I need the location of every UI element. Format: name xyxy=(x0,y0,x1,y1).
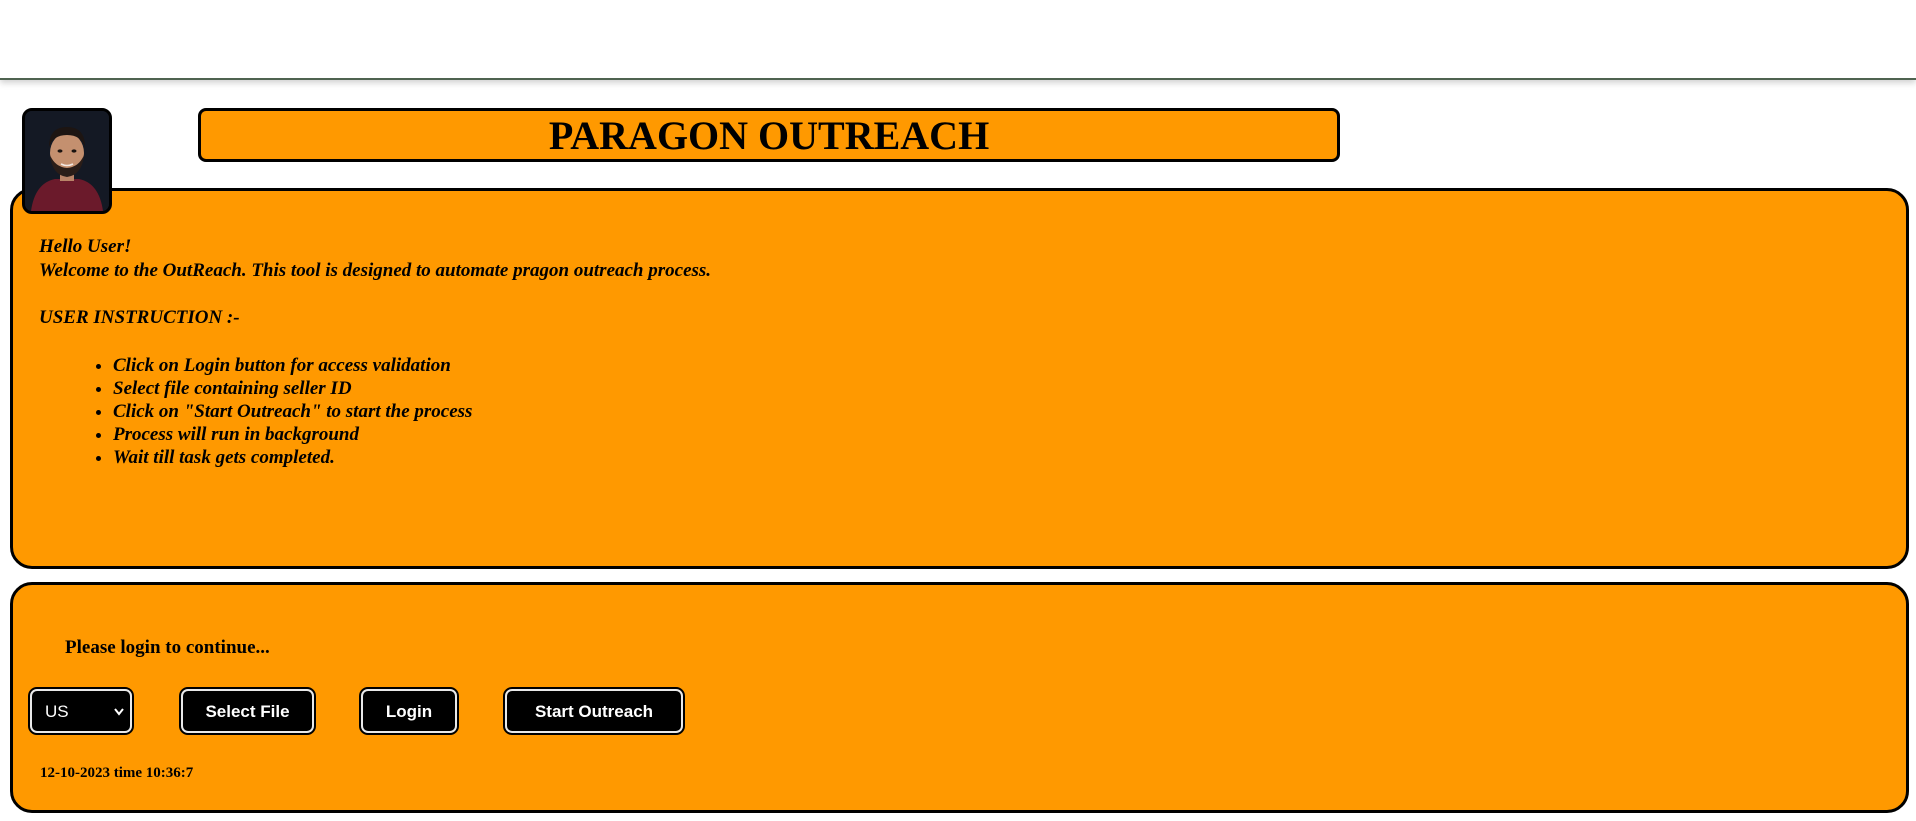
avatar xyxy=(22,108,112,214)
region-select[interactable]: US xyxy=(28,687,134,735)
instruction-item: Click on "Start Outreach" to start the p… xyxy=(113,400,472,423)
info-panel: Hello User! Welcome to the OutReach. Thi… xyxy=(10,188,1909,569)
instruction-item: Process will run in background xyxy=(113,423,472,446)
instruction-item: Click on Login button for access validat… xyxy=(113,354,472,377)
greeting-line: Hello User! xyxy=(39,236,132,257)
region-select-value: US xyxy=(45,702,69,721)
title-banner: PARAGON OUTREACH xyxy=(198,108,1340,162)
login-prompt: Please login to continue... xyxy=(65,637,270,658)
select-file-button[interactable]: Select File xyxy=(179,687,316,735)
greeting-text: Hello User! Welcome to the OutReach. Thi… xyxy=(39,235,711,283)
top-bar xyxy=(0,0,1916,80)
page-title: PARAGON OUTREACH xyxy=(548,113,990,158)
welcome-line: Welcome to the OutReach. This tool is de… xyxy=(39,260,712,281)
instruction-item: Select file containing seller ID xyxy=(113,377,472,400)
instruction-heading: USER INSTRUCTION :- xyxy=(39,307,240,328)
instruction-item: Wait till task gets completed. xyxy=(113,446,472,469)
instruction-list: Click on Login button for access validat… xyxy=(51,354,472,469)
timestamp: 12-10-2023 time 10:36:7 xyxy=(40,765,194,781)
chevron-down-icon xyxy=(113,688,125,755)
login-panel: Please login to continue... US Select Fi… xyxy=(10,582,1909,813)
start-outreach-button[interactable]: Start Outreach xyxy=(503,687,685,735)
login-button[interactable]: Login xyxy=(359,687,459,735)
user-photo-icon xyxy=(25,111,109,211)
